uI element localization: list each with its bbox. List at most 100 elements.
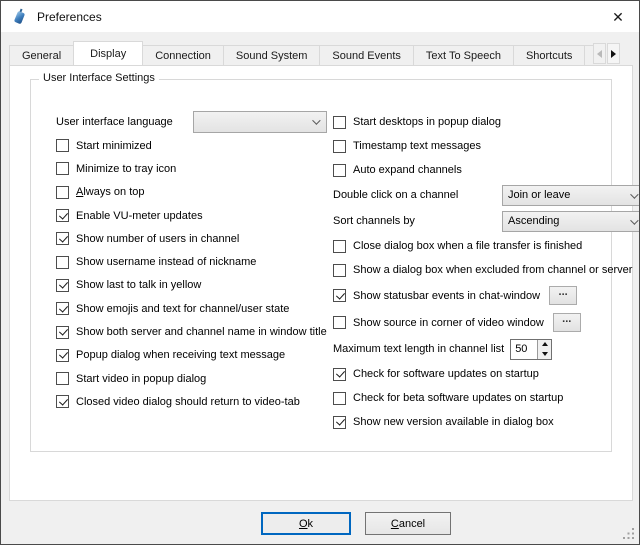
checkbox[interactable]	[333, 416, 346, 429]
ok-button[interactable]: Ok	[261, 512, 351, 535]
cancel-button-label: Cancel	[391, 518, 425, 530]
checkbox-label: Check for beta software updates on start…	[353, 392, 563, 404]
checkbox-row-show-emojis-and-text-for-channel-user-state[interactable]: Show emojis and text for channel/user st…	[56, 297, 327, 320]
checkbox-row-close-dialog-box-when-a-file-transfer-is-finished[interactable]: Close dialog box when a file transfer is…	[333, 234, 640, 258]
tab-shortcuts[interactable]: Shortcuts	[513, 45, 585, 65]
checkbox-row-show-both-server-and-channel-name-in-window-title[interactable]: Show both server and channel name in win…	[56, 320, 327, 343]
checkbox-row-show-a-dialog-box-when-excluded-from-channel-or-server[interactable]: Show a dialog box when excluded from cha…	[333, 258, 640, 282]
tab-sound-events[interactable]: Sound Events	[319, 45, 414, 65]
title-bar[interactable]: Preferences ✕	[1, 1, 639, 32]
checkbox[interactable]	[333, 164, 346, 177]
checkbox[interactable]	[333, 264, 346, 277]
scroll-left-icon	[597, 50, 602, 58]
tab-display[interactable]: Display	[73, 41, 143, 65]
checkbox-row-timestamp-text-messages[interactable]: Timestamp text messages	[333, 134, 640, 158]
checkbox-row-always-on-top[interactable]: Always on top	[56, 181, 327, 204]
group-title: User Interface Settings	[39, 72, 159, 84]
checkbox-row-minimize-to-tray-icon[interactable]: Minimize to tray icon	[56, 157, 327, 180]
checkbox-row-show-username-instead-of-nickname[interactable]: Show username instead of nickname	[56, 250, 327, 273]
tab-sound-system[interactable]: Sound System	[223, 45, 321, 65]
checkbox[interactable]	[56, 209, 69, 222]
checkbox-row-auto-expand-channels[interactable]: Auto expand channels	[333, 158, 640, 182]
checkbox-label: Auto expand channels	[353, 164, 462, 176]
tab-label: Shortcuts	[526, 50, 572, 62]
checkbox-label: Show username instead of nickname	[76, 256, 256, 268]
checkbox[interactable]	[56, 279, 69, 292]
checkbox-label: Show last to talk in yellow	[76, 279, 201, 291]
checkbox-row-popup-dialog-when-receiving-text-message[interactable]: Popup dialog when receiving text message	[56, 344, 327, 367]
checkbox[interactable]	[56, 326, 69, 339]
combobox-value: Join or leave	[508, 189, 570, 201]
checkbox-label: Show number of users in channel	[76, 233, 239, 245]
checkbox-label: Show a dialog box when excluded from cha…	[353, 264, 632, 276]
checkbox[interactable]	[56, 372, 69, 385]
window-title: Preferences	[37, 10, 102, 24]
checkbox-row-start-video-in-popup-dialog[interactable]: Start video in popup dialog	[56, 367, 327, 390]
checkbox-row-check-for-beta-software-updates-on-startup[interactable]: Check for beta software updates on start…	[333, 386, 640, 410]
checkbox[interactable]	[56, 186, 69, 199]
spinbox-buttons	[537, 340, 551, 359]
checkbox[interactable]	[333, 392, 346, 405]
checkbox[interactable]	[56, 232, 69, 245]
checkbox-label: Closed video dialog should return to vid…	[76, 396, 300, 408]
more-options-button[interactable]: ...	[553, 313, 581, 332]
scroll-right-icon	[611, 50, 616, 58]
checkbox-row-enable-vu-meter-updates[interactable]: Enable VU-meter updates	[56, 204, 327, 227]
checkbox[interactable]	[333, 116, 346, 129]
checkbox-label: Show both server and channel name in win…	[76, 326, 327, 338]
checkbox[interactable]	[333, 140, 346, 153]
preferences-dialog: Preferences ✕ General Display Connection So…	[0, 0, 640, 545]
cancel-button[interactable]: Cancel	[365, 512, 451, 535]
tab-label: Sound System	[236, 50, 308, 62]
left-checkbox-list: Start minimizedMinimize to tray icon Alwa…	[56, 134, 327, 414]
language-combobox[interactable]	[193, 111, 327, 133]
checkbox[interactable]	[56, 395, 69, 408]
checkbox-label: Always on top	[76, 186, 145, 198]
tab-bar: General Display Connection Sound System Soun…	[9, 41, 633, 65]
checkbox-label: Close dialog box when a file transfer is…	[353, 240, 582, 252]
checkbox-row-start-minimized[interactable]: Start minimized	[56, 134, 327, 157]
combobox-sort-channels-by[interactable]: Ascending	[502, 211, 640, 232]
checkbox-row-show-last-to-talk-in-yellow[interactable]: Show last to talk in yellow	[56, 274, 327, 297]
checkbox[interactable]	[333, 240, 346, 253]
tab-connection[interactable]: Connection	[142, 45, 224, 65]
checkbox-row-check-for-software-updates-on-startup[interactable]: Check for software updates on startup	[333, 362, 640, 386]
tab-label: Connection	[155, 50, 211, 62]
combobox-double-click-on-a-channel[interactable]: Join or leave	[502, 185, 640, 206]
checkbox-row-show-number-of-users-in-channel[interactable]: Show number of users in channel	[56, 227, 327, 250]
tab-scroll-left-button[interactable]	[593, 43, 606, 64]
checkbox[interactable]	[56, 349, 69, 362]
tab-label: Text To Speech	[426, 50, 501, 62]
combo-row-sort-channels-by: Sort channels byAscending	[333, 208, 640, 234]
checkbox-label: Start video in popup dialog	[76, 373, 206, 385]
spin-up-icon[interactable]	[538, 340, 551, 350]
checkbox[interactable]	[333, 368, 346, 381]
checkbox[interactable]	[333, 289, 346, 302]
checkbox-label: Show statusbar events in chat-window	[353, 290, 540, 302]
checkbox[interactable]	[56, 256, 69, 269]
checkbox-row-closed-video-dialog-should-return-to-video-tab[interactable]: Closed video dialog should return to vid…	[56, 390, 327, 413]
checkbox[interactable]	[56, 302, 69, 315]
tab-scroll-right-button[interactable]	[607, 43, 620, 64]
tab-bar-tabs: General Display Connection Sound System Soun…	[9, 41, 601, 65]
display-tab-page: User Interface Settings User interface l…	[9, 65, 633, 501]
checkbox-row-show-new-version-available-in-dialog-box[interactable]: Show new version available in dialog box	[333, 410, 640, 434]
spinbox-maximum-text-length-in-channel-list[interactable]: 50	[510, 339, 552, 360]
tab-text-to-speech[interactable]: Text To Speech	[413, 45, 514, 65]
language-label: User interface language	[56, 116, 173, 128]
more-options-button[interactable]: ...	[549, 286, 577, 305]
checkbox-row-show-statusbar-events-in-chat-window[interactable]: Show statusbar events in chat-window...	[333, 282, 640, 309]
tab-label: General	[22, 50, 61, 62]
checkbox[interactable]	[333, 316, 346, 329]
checkbox[interactable]	[56, 139, 69, 152]
chevron-down-icon	[312, 116, 320, 124]
close-icon[interactable]: ✕	[608, 7, 628, 27]
checkbox-row-start-desktops-in-popup-dialog[interactable]: Start desktops in popup dialog	[333, 110, 640, 134]
tab-general[interactable]: General	[9, 45, 74, 65]
spinbox-value: 50	[511, 340, 537, 359]
right-settings-list: Start desktops in popup dialogTimestamp …	[333, 110, 640, 434]
resize-grip[interactable]	[623, 528, 635, 540]
spin-down-icon[interactable]	[538, 349, 551, 359]
checkbox[interactable]	[56, 162, 69, 175]
checkbox-row-show-source-in-corner-of-video-window[interactable]: Show source in corner of video window...	[333, 309, 640, 336]
